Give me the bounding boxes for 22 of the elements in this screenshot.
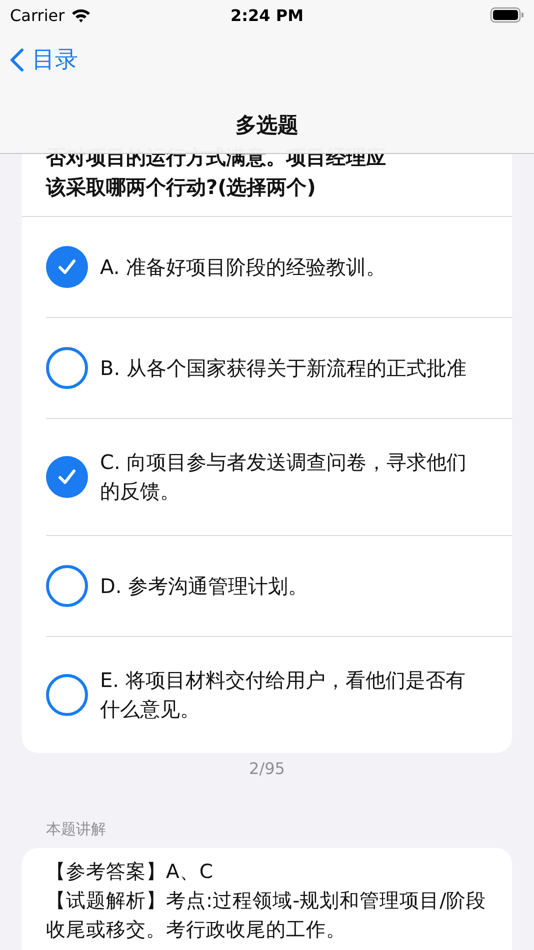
back-button[interactable]: 目录 (10, 44, 78, 75)
section-heading: 本题讲解 (46, 820, 107, 839)
chevron-left-icon (10, 48, 24, 72)
status-time: 2:24 PM (230, 6, 304, 24)
option-text[interactable]: A. 准备好项目阶段的经验教训。 (100, 252, 472, 282)
checkbox[interactable] (46, 347, 88, 389)
carrier-label: Carrier (10, 6, 65, 24)
option-text[interactable]: D. 参考沟通管理计划。 (100, 572, 472, 600)
wifi-icon (70, 8, 91, 22)
checkbox[interactable] (46, 674, 88, 716)
option-text[interactable]: C. 向项目参与者发送调查问卷，寻求他们的反馈。 (100, 448, 472, 506)
checkbox[interactable] (46, 565, 88, 607)
option-text[interactable]: E. 将项目材料交付给用户，看他们是否有什么意见。 (100, 666, 472, 724)
option-text[interactable]: B. 从各个国家获得关于新流程的正式批准 (100, 354, 472, 382)
battery-icon (490, 7, 524, 23)
checkbox[interactable] (46, 246, 88, 288)
explanation-text: 【参考答案】A、C (46, 859, 214, 885)
page-title: 多选题 (234, 112, 300, 139)
page-counter: 2/95 (248, 759, 286, 778)
question-text: 该采取哪两个行动?(选择两个) (46, 174, 317, 201)
explanation-text: 【试题解析】考点:过程领域-规划和管理项目/阶段收尾或移交。考行政收尾的工作。 (46, 888, 488, 943)
checkbox[interactable] (46, 456, 88, 498)
